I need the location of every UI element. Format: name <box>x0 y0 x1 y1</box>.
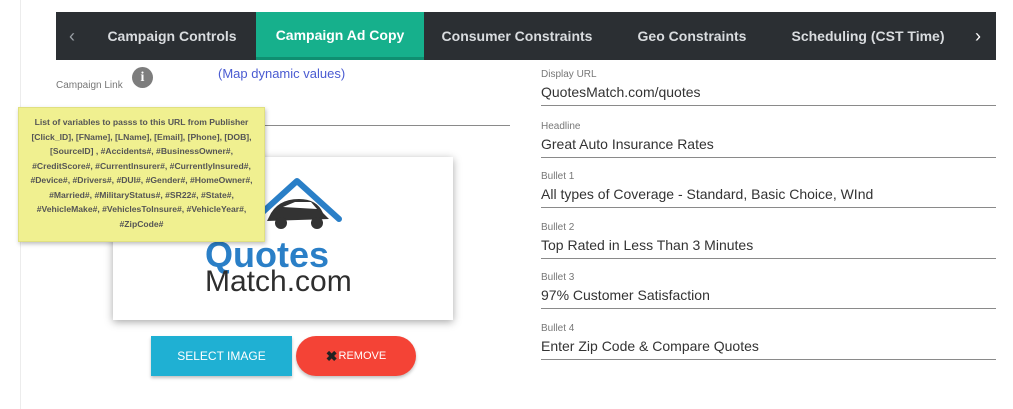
close-icon: ✖ <box>325 347 338 364</box>
remove-label: REMOVE <box>338 350 387 362</box>
bullet-4-label: Bullet 4 <box>541 323 575 334</box>
campaign-link-label: Campaign Link <box>56 80 123 91</box>
bullet-3-value[interactable]: 97% Customer Satisfaction <box>541 287 996 303</box>
bullet-2-label: Bullet 2 <box>541 222 575 233</box>
tab-scheduling[interactable]: Scheduling (CST Time) <box>774 12 962 60</box>
bullet-1-field[interactable]: Bullet 1 All types of Coverage - Standar… <box>541 171 996 208</box>
bullet-4-value[interactable]: Enter Zip Code & Compare Quotes <box>541 338 996 354</box>
display-url-field[interactable]: Display URL QuotesMatch.com/quotes <box>541 69 996 106</box>
remove-button[interactable]: ✖ REMOVE <box>296 336 416 376</box>
variables-tooltip: List of variables to passs to this URL f… <box>18 107 265 242</box>
tab-consumer-constraints[interactable]: Consumer Constraints <box>424 12 610 60</box>
headline-field[interactable]: Headline Great Auto Insurance Rates <box>541 121 996 158</box>
display-url-value[interactable]: QuotesMatch.com/quotes <box>541 84 996 100</box>
info-icon[interactable]: i <box>132 67 153 88</box>
headline-value[interactable]: Great Auto Insurance Rates <box>541 136 996 152</box>
map-dynamic-values-link[interactable]: (Map dynamic values) <box>218 66 345 81</box>
tab-bar: ‹ Campaign Controls Campaign Ad Copy Con… <box>56 12 996 60</box>
bullet-2-field[interactable]: Bullet 2 Top Rated in Less Than 3 Minute… <box>541 222 996 259</box>
tab-geo-constraints[interactable]: Geo Constraints <box>610 12 774 60</box>
campaign-link-input[interactable] <box>262 125 510 126</box>
tab-scroll-right-icon[interactable]: › <box>962 12 994 60</box>
bullet-2-value[interactable]: Top Rated in Less Than 3 Minutes <box>541 237 996 253</box>
bullet-1-label: Bullet 1 <box>541 171 575 182</box>
bullet-4-field[interactable]: Bullet 4 Enter Zip Code & Compare Quotes <box>541 323 996 360</box>
bullet-3-label: Bullet 3 <box>541 272 575 283</box>
select-image-button[interactable]: SELECT IMAGE <box>151 336 292 376</box>
logo-text-match: Match.com <box>205 265 352 298</box>
headline-label: Headline <box>541 121 581 132</box>
tab-scroll-left-icon[interactable]: ‹ <box>56 12 88 60</box>
bullet-3-field[interactable]: Bullet 3 97% Customer Satisfaction <box>541 272 996 309</box>
display-url-label: Display URL <box>541 69 597 80</box>
bullet-1-value[interactable]: All types of Coverage - Standard, Basic … <box>541 186 996 202</box>
tab-campaign-controls[interactable]: Campaign Controls <box>88 12 256 60</box>
tab-campaign-ad-copy[interactable]: Campaign Ad Copy <box>256 12 424 60</box>
